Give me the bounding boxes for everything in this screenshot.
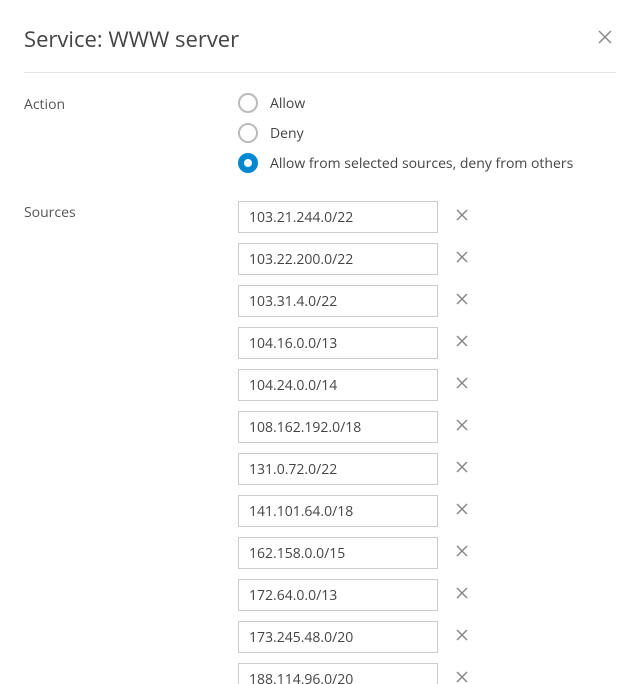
radio-icon: [238, 93, 258, 113]
remove-source-button[interactable]: [452, 247, 472, 271]
remove-source-button[interactable]: [452, 205, 472, 229]
radio-label: Allow from selected sources, deny from o…: [270, 154, 573, 173]
remove-source-button[interactable]: [452, 331, 472, 355]
remove-source-button[interactable]: [452, 373, 472, 397]
action-radio-option[interactable]: Allow: [238, 93, 610, 113]
source-input[interactable]: [238, 453, 438, 485]
panel-title: Service: WWW server: [24, 24, 239, 54]
close-icon: [456, 251, 468, 263]
close-icon: [456, 545, 468, 557]
panel-header: Service: WWW server: [24, 24, 616, 54]
source-input[interactable]: [238, 579, 438, 611]
source-item: [238, 369, 610, 401]
source-input[interactable]: [238, 411, 438, 443]
action-radio-option[interactable]: Allow from selected sources, deny from o…: [238, 153, 610, 173]
source-item: [238, 201, 610, 233]
radio-icon: [238, 153, 258, 173]
header-divider: [24, 72, 616, 73]
source-item: [238, 663, 610, 684]
remove-source-button[interactable]: [452, 541, 472, 565]
source-input[interactable]: [238, 621, 438, 653]
action-row: Action Allow Deny Allow from selected sour…: [24, 93, 610, 183]
remove-source-button[interactable]: [452, 667, 472, 684]
source-item: [238, 537, 610, 569]
close-icon: [456, 503, 468, 515]
remove-source-button[interactable]: [452, 457, 472, 481]
radio-label: Allow: [270, 94, 305, 113]
source-item: [238, 243, 610, 275]
remove-source-button[interactable]: [452, 289, 472, 313]
close-icon: [456, 587, 468, 599]
source-item: [238, 411, 610, 443]
close-icon: [456, 335, 468, 347]
source-input[interactable]: [238, 285, 438, 317]
source-input[interactable]: [238, 663, 438, 684]
close-icon: [456, 419, 468, 431]
source-input[interactable]: [238, 537, 438, 569]
action-options: Allow Deny Allow from selected sources, de…: [238, 93, 610, 183]
sources-list: [238, 201, 610, 684]
remove-source-button[interactable]: [452, 625, 472, 649]
source-item: [238, 495, 610, 527]
source-input[interactable]: [238, 495, 438, 527]
sources-label: Sources: [24, 201, 238, 684]
close-icon: [456, 629, 468, 641]
close-icon: [456, 461, 468, 473]
panel-content[interactable]: Action Allow Deny Allow from selected sour…: [24, 93, 616, 684]
close-icon: [456, 209, 468, 221]
source-item: [238, 453, 610, 485]
source-item: [238, 621, 610, 653]
sources-row: Sources: [24, 201, 610, 684]
remove-source-button[interactable]: [452, 499, 472, 523]
source-item: [238, 285, 610, 317]
source-input[interactable]: [238, 327, 438, 359]
close-icon: [456, 671, 468, 683]
close-icon: [456, 377, 468, 389]
radio-icon: [238, 123, 258, 143]
action-radio-option[interactable]: Deny: [238, 123, 610, 143]
close-icon: [456, 293, 468, 305]
close-button[interactable]: [594, 26, 616, 52]
source-item: [238, 579, 610, 611]
close-icon: [598, 30, 612, 44]
action-label: Action: [24, 93, 238, 183]
source-input[interactable]: [238, 243, 438, 275]
remove-source-button[interactable]: [452, 583, 472, 607]
source-input[interactable]: [238, 201, 438, 233]
remove-source-button[interactable]: [452, 415, 472, 439]
source-item: [238, 327, 610, 359]
source-input[interactable]: [238, 369, 438, 401]
radio-label: Deny: [270, 124, 304, 143]
service-settings-panel: Service: WWW server Action AllowDenyAllo…: [0, 0, 640, 684]
